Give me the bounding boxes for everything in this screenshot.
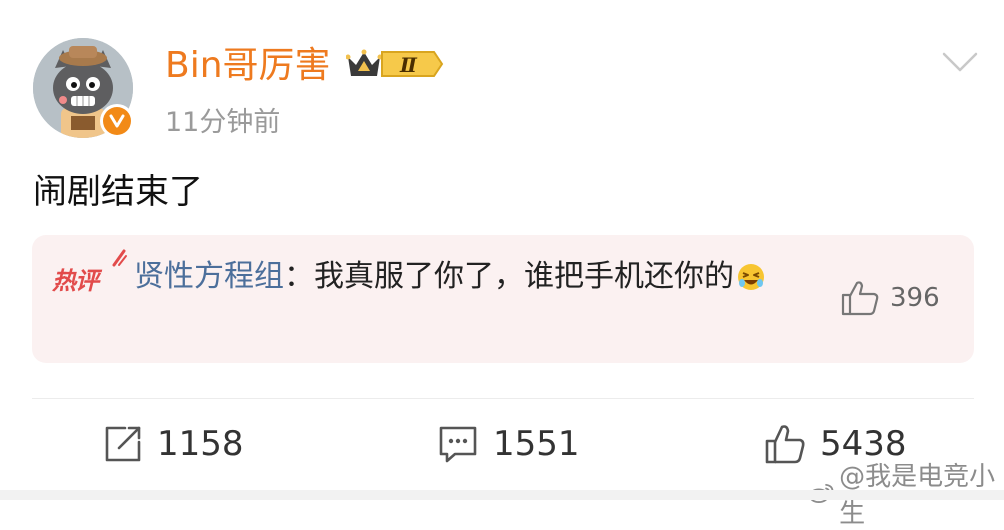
- hot-comment-tag: 热评: [52, 267, 99, 295]
- hot-comment-separator: ：: [284, 259, 314, 294]
- crown-icon: [346, 49, 382, 76]
- chevron-down-icon[interactable]: [940, 50, 980, 74]
- hot-comment-body: 贤性方程组：我真服了你了，谁把手机还你的: [134, 255, 814, 299]
- hot-comment-like-count: 396: [890, 283, 940, 313]
- comment-button[interactable]: 1551: [437, 420, 580, 468]
- vip-badge[interactable]: Ⅱ: [346, 48, 444, 80]
- spark-icon: [112, 249, 127, 267]
- verified-badge-icon: [100, 104, 134, 138]
- comment-icon: [439, 426, 477, 463]
- username[interactable]: Bin哥厉害: [165, 42, 331, 90]
- bottom-strip: [0, 490, 1004, 500]
- vip-level-plate: Ⅱ: [381, 51, 444, 77]
- thumbs-up-icon: [765, 425, 805, 464]
- post-text: 闹剧结束了: [33, 172, 203, 212]
- comment-count: 1551: [493, 424, 580, 464]
- hot-comment-text: 我真服了你了，谁把手机还你的: [314, 259, 734, 294]
- divider: [32, 398, 974, 399]
- hot-comment-like-button[interactable]: 396: [840, 279, 940, 317]
- post-timestamp: 11分钟前: [165, 107, 281, 138]
- hot-comment-author[interactable]: 贤性方程组: [134, 259, 284, 294]
- thumbs-up-icon: [841, 281, 879, 316]
- vip-level: Ⅱ: [399, 53, 418, 77]
- laugh-cry-emoji-icon: [738, 264, 764, 290]
- repost-count: 1158: [157, 424, 244, 464]
- repost-button[interactable]: 1158: [103, 420, 244, 468]
- hot-comment-card[interactable]: 热评 贤性方程组：我真服了你了，谁把手机还你的 396: [32, 235, 974, 363]
- repost-icon: [105, 426, 141, 462]
